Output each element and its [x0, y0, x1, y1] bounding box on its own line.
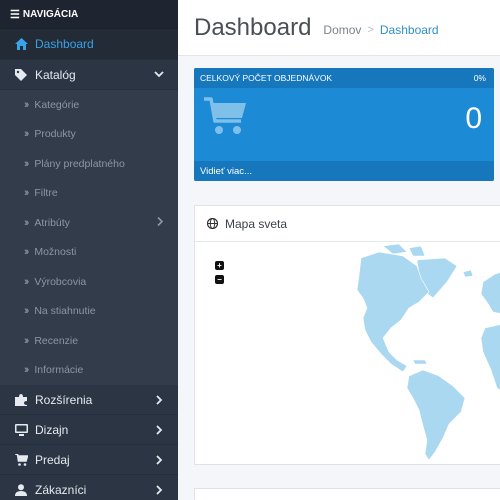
double-chevron-icon: ››	[24, 157, 30, 170]
sidebar-subitem-subscription-plans[interactable]: ›› Plány predplatného	[0, 149, 178, 179]
sidebar-item-sales[interactable]: Predaj	[0, 445, 178, 475]
sidebar-subitem-options[interactable]: ›› Možnosti	[0, 238, 178, 268]
page-header: Dashboard Domov > Dashboard	[178, 0, 500, 56]
catalog-submenu: ›› Kategórie ›› Produkty ›› Plány predpl…	[0, 90, 178, 385]
map-panel-title: Mapa sveta	[225, 216, 288, 231]
main-content: Dashboard Domov > Dashboard CELKOVÝ POČE…	[178, 0, 500, 500]
breadcrumb-current-link[interactable]: Dashboard	[380, 23, 439, 37]
cart-icon	[14, 453, 28, 466]
tag-icon	[14, 68, 28, 81]
sidebar-item-dashboard[interactable]: Dashboard	[0, 28, 178, 60]
tile-body: 0	[194, 88, 494, 161]
sidebar-subitem-label: Výrobcovia	[34, 275, 87, 288]
sidebar-subitem-categories[interactable]: ›› Kategórie	[0, 90, 178, 120]
breadcrumb: Domov > Dashboard	[323, 23, 438, 37]
sidebar-subitem-label: Recenzie	[34, 334, 79, 347]
next-panel	[194, 488, 500, 500]
breadcrumb-home-link[interactable]: Domov	[323, 23, 361, 37]
sidebar-item-catalog[interactable]: Katalóg	[0, 60, 178, 90]
chevron-right-icon	[154, 394, 164, 405]
sidebar-subitem-attributes[interactable]: ›› Atribúty	[0, 208, 178, 238]
globe-icon	[207, 218, 218, 229]
puzzle-icon	[14, 393, 28, 406]
double-chevron-icon: ››	[24, 305, 30, 318]
sidebar-subitem-label: Na stiahnutie	[34, 305, 96, 318]
sidebar-subitem-information[interactable]: ›› Informácie	[0, 356, 178, 386]
double-chevron-icon: ››	[24, 98, 30, 111]
sidebar-subitem-filters[interactable]: ›› Filtre	[0, 179, 178, 209]
sidebar-item-label: Katalóg	[35, 67, 76, 82]
double-chevron-icon: ››	[24, 187, 30, 200]
sidebar-subitem-label: Informácie	[34, 364, 84, 377]
breadcrumb-separator: >	[367, 23, 374, 36]
page-title: Dashboard	[194, 13, 312, 41]
sidebar-item-customers[interactable]: Zákazníci	[0, 475, 178, 500]
sidebar-subitem-downloads[interactable]: ›› Na stiahnutie	[0, 297, 178, 327]
map-zoom-in-button[interactable]: +	[215, 261, 224, 270]
sidebar-subitem-label: Možnosti	[34, 246, 77, 259]
tile-value: 0	[465, 102, 482, 135]
world-map-area[interactable]: + −	[195, 242, 500, 464]
double-chevron-icon: ››	[24, 216, 30, 229]
sidebar-item-label: Zákazníci	[35, 482, 87, 497]
navigation-header-label: NAVIGÁCIA	[22, 8, 79, 20]
sidebar-subitem-label: Filtre	[34, 187, 58, 200]
world-map-panel: Mapa sveta + −	[194, 205, 500, 465]
sidebar-subitem-label: Kategórie	[34, 98, 80, 111]
double-chevron-icon: ››	[24, 275, 30, 288]
sidebar-subitem-label: Atribúty	[34, 216, 70, 229]
map-panel-header: Mapa sveta	[195, 206, 500, 242]
sidebar-item-design[interactable]: Dizajn	[0, 415, 178, 445]
sidebar-item-extensions[interactable]: Rozšírenia	[0, 385, 178, 415]
double-chevron-icon: ››	[24, 128, 30, 141]
sidebar-item-label: Dizajn	[35, 422, 69, 437]
monitor-icon	[14, 423, 28, 436]
sidebar-subitem-reviews[interactable]: ›› Recenzie	[0, 326, 178, 356]
cart-icon	[204, 97, 248, 142]
total-orders-tile: CELKOVÝ POČET OBJEDNÁVOK 0% 0 Vidieť via…	[194, 68, 494, 181]
chevron-down-icon	[154, 70, 164, 80]
sidebar-item-label: Predaj	[35, 452, 70, 467]
tile-title: CELKOVÝ POČET OBJEDNÁVOK	[200, 73, 333, 83]
user-icon	[14, 483, 28, 496]
sidebar-subitem-label: Plány predplatného	[34, 157, 125, 170]
chevron-right-icon	[157, 216, 164, 229]
sidebar-subitem-label: Produkty	[34, 128, 76, 141]
navigation-header[interactable]: ☰ NAVIGÁCIA	[0, 0, 178, 28]
tile-see-more-link[interactable]: Vidieť viac...	[194, 161, 494, 181]
tile-header: CELKOVÝ POČET OBJEDNÁVOK 0%	[194, 68, 494, 88]
map-zoom-out-button[interactable]: −	[215, 275, 224, 284]
double-chevron-icon: ››	[24, 364, 30, 377]
world-map	[356, 243, 500, 461]
bars-icon: ☰	[10, 8, 20, 21]
sidebar-item-label: Dashboard	[35, 37, 94, 51]
sidebar-subitem-manufacturers[interactable]: ›› Výrobcovia	[0, 267, 178, 297]
double-chevron-icon: ››	[24, 246, 30, 259]
double-chevron-icon: ››	[24, 334, 30, 347]
sidebar-item-label: Rozšírenia	[35, 392, 93, 407]
chevron-right-icon	[154, 424, 164, 435]
tile-percent: 0%	[473, 73, 486, 83]
chevron-right-icon	[154, 454, 164, 465]
home-icon	[14, 38, 28, 50]
chevron-right-icon	[154, 484, 164, 495]
sidebar-subitem-products[interactable]: ›› Produkty	[0, 120, 178, 150]
sidebar: ☰ NAVIGÁCIA Dashboard Katalóg ›› Kategór…	[0, 0, 178, 500]
